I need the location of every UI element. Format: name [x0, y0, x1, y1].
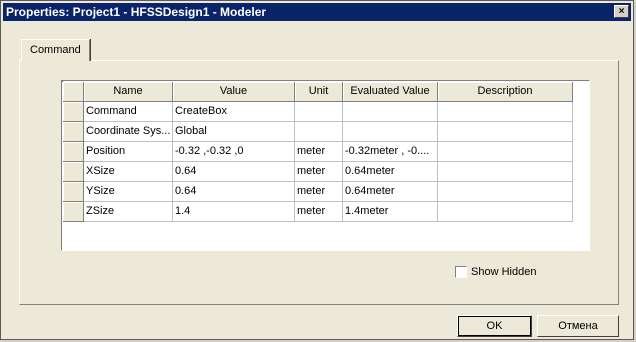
cell-value[interactable]: 1.4: [173, 202, 295, 222]
properties-grid: Name Value Unit Evaluated Value Description C…: [61, 80, 590, 251]
grid-body: Name Value Unit Evaluated Value Description C…: [62, 81, 573, 222]
cell-evaluated-value: [343, 102, 438, 122]
properties-dialog: Properties: Project1 - HFSSDesign1 - Mod…: [0, 0, 634, 340]
column-header-value[interactable]: Value: [173, 82, 295, 102]
cell-value[interactable]: -0.32 ,-0.32 ,0: [173, 142, 295, 162]
grid-corner: [63, 82, 84, 102]
column-header-unit[interactable]: Unit: [295, 82, 343, 102]
cell-name: XSize: [84, 162, 173, 182]
cancel-button[interactable]: Отмена: [537, 315, 619, 337]
row-header[interactable]: [63, 122, 84, 142]
cell-value[interactable]: 0.64: [173, 162, 295, 182]
show-hidden-label: Show Hidden: [471, 266, 537, 278]
cell-evaluated-value: 0.64meter: [343, 162, 438, 182]
cell-unit: meter: [295, 162, 343, 182]
column-header-description[interactable]: Description: [438, 82, 573, 102]
tab-label: Command: [30, 44, 81, 56]
row-header[interactable]: [63, 142, 84, 162]
cell-evaluated-value: [343, 122, 438, 142]
cell-description: [438, 122, 573, 142]
cell-description: [438, 142, 573, 162]
cell-description: [438, 102, 573, 122]
row-header[interactable]: [63, 182, 84, 202]
cell-name: Command: [84, 102, 173, 122]
cell-name: Coordinate Sys...: [84, 122, 173, 142]
ok-button[interactable]: OK: [457, 315, 532, 337]
row-header[interactable]: [63, 202, 84, 222]
show-hidden-checkbox[interactable]: [455, 266, 467, 278]
cell-value[interactable]: Global: [173, 122, 295, 142]
cell-description: [438, 202, 573, 222]
cell-unit: meter: [295, 202, 343, 222]
cell-name: Position: [84, 142, 173, 162]
cell-unit: [295, 122, 343, 142]
cell-value[interactable]: 0.64: [173, 182, 295, 202]
cell-name: YSize: [84, 182, 173, 202]
cell-evaluated-value: 0.64meter: [343, 182, 438, 202]
window-title: Properties: Project1 - HFSSDesign1 - Mod…: [6, 5, 267, 19]
tab-command[interactable]: Command: [21, 39, 90, 61]
column-header-name[interactable]: Name: [84, 82, 173, 102]
cell-name: ZSize: [84, 202, 173, 222]
cell-description: [438, 162, 573, 182]
cell-value[interactable]: CreateBox: [173, 102, 295, 122]
cell-description: [438, 182, 573, 202]
row-header[interactable]: [63, 102, 84, 122]
cell-unit: meter: [295, 182, 343, 202]
column-header-evaluated-value[interactable]: Evaluated Value: [343, 82, 438, 102]
title-bar: Properties: Project1 - HFSSDesign1 - Mod…: [3, 3, 631, 21]
cell-evaluated-value: 1.4meter: [343, 202, 438, 222]
cell-unit: [295, 102, 343, 122]
close-button[interactable]: ×: [614, 5, 629, 18]
row-header[interactable]: [63, 162, 84, 182]
cell-evaluated-value: -0.32meter , -0....: [343, 142, 438, 162]
cell-unit: meter: [295, 142, 343, 162]
